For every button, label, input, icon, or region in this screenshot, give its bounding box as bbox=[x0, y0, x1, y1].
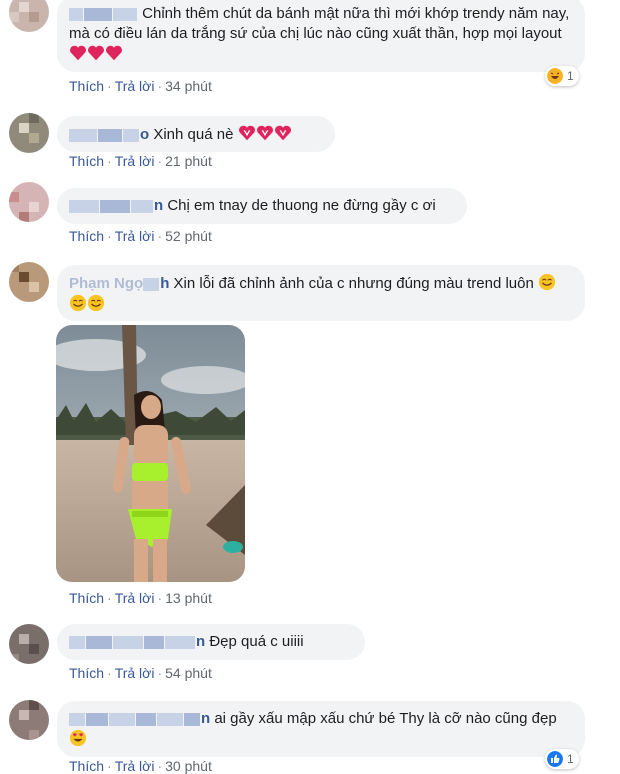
reaction-count: 1 bbox=[567, 69, 574, 83]
reply-link[interactable]: Trả lời bbox=[115, 78, 155, 94]
avatar[interactable] bbox=[9, 0, 49, 32]
comment-bubble: n ai gầy xấu mập xấu chứ bé Thy là cỡ nà… bbox=[57, 701, 585, 757]
commenter-name[interactable]: Phạm Ngọ h bbox=[69, 274, 169, 294]
timestamp[interactable]: 13 phút bbox=[165, 590, 212, 606]
like-link[interactable]: Thích bbox=[69, 758, 104, 774]
comment-text: Xin lỗi đã chỉnh ảnh của c nhưng đúng mà… bbox=[173, 275, 534, 292]
heart-emoji bbox=[238, 125, 292, 143]
attached-photo[interactable] bbox=[56, 325, 245, 582]
comment-actions: Thích · Trả lời · 34 phút bbox=[69, 78, 212, 94]
comment-actions: Thích · Trả lời · 21 phút bbox=[69, 153, 212, 169]
comment-actions: Thích · Trả lời · 13 phút bbox=[69, 590, 212, 606]
timestamp[interactable]: 34 phút bbox=[165, 78, 212, 94]
comment-bubble: Chỉnh thêm chút da bánh mật nữa thì mới … bbox=[57, 0, 585, 72]
hearts-emoji bbox=[69, 45, 123, 63]
commenter-name-visible: h bbox=[160, 275, 170, 292]
commenter-name[interactable]: n bbox=[69, 196, 163, 216]
like-link[interactable]: Thích bbox=[69, 228, 104, 244]
reply-link[interactable]: Trả lời bbox=[115, 153, 155, 169]
commenter-name-visible: o bbox=[140, 126, 150, 143]
heart-eyes-emoji bbox=[69, 729, 87, 748]
timestamp[interactable]: 21 phút bbox=[165, 153, 212, 169]
avatar[interactable] bbox=[9, 182, 49, 222]
comment-actions: Thích · Trả lời · 54 phút bbox=[69, 665, 212, 681]
like-link[interactable]: Thích bbox=[69, 590, 104, 606]
timestamp[interactable]: 54 phút bbox=[165, 665, 212, 681]
like-link[interactable]: Thích bbox=[69, 78, 104, 94]
comment-bubble: Phạm Ngọ h Xin lỗi đã chỉnh ảnh của c như… bbox=[57, 265, 585, 321]
commenter-name[interactable]: n bbox=[69, 709, 210, 729]
commenter-name[interactable]: o bbox=[69, 125, 149, 145]
reply-link[interactable]: Trả lời bbox=[115, 590, 155, 606]
reply-link[interactable]: Trả lời bbox=[115, 665, 155, 681]
timestamp[interactable]: 52 phút bbox=[165, 228, 212, 244]
comment-text: ai gầy xấu mập xấu chứ bé Thy là cỡ nào … bbox=[214, 710, 557, 727]
comment-actions: Thích · Trả lời · 52 phút bbox=[69, 228, 212, 244]
comment-text: Xinh quá nè bbox=[153, 126, 234, 143]
timestamp[interactable]: 30 phút bbox=[165, 758, 212, 774]
comment-text: Chỉnh thêm chút da bánh mật nữa thì mới … bbox=[69, 5, 570, 42]
reaction-badge[interactable]: 1 bbox=[545, 749, 579, 769]
comment-text: Chị em tnay de thuong ne đừng gầy c ơi bbox=[167, 197, 436, 214]
avatar[interactable] bbox=[9, 113, 49, 153]
commenter-name[interactable]: n bbox=[69, 632, 205, 652]
reaction-count: 1 bbox=[567, 752, 574, 766]
avatar[interactable] bbox=[9, 624, 49, 664]
commenter-name-partial: Phạm Ngọ bbox=[69, 275, 144, 292]
reply-link[interactable]: Trả lời bbox=[115, 228, 155, 244]
comment-actions: Thích · Trả lời · 30 phút bbox=[69, 758, 212, 774]
reaction-badge[interactable]: 1 bbox=[545, 66, 579, 86]
avatar[interactable] bbox=[9, 700, 49, 740]
like-icon bbox=[547, 751, 563, 767]
comment-text: Đẹp quá c uiiii bbox=[209, 633, 304, 650]
commenter-name[interactable] bbox=[69, 4, 138, 24]
reply-link[interactable]: Trả lời bbox=[115, 758, 155, 774]
haha-icon bbox=[547, 68, 563, 84]
commenter-name-visible: n bbox=[201, 710, 211, 727]
commenter-name-visible: n bbox=[196, 633, 206, 650]
commenter-name-visible: n bbox=[154, 197, 164, 214]
comment-bubble: o Xinh quá nè bbox=[57, 116, 335, 152]
comment-bubble: n Đẹp quá c uiiii bbox=[57, 624, 365, 660]
comment-bubble: n Chị em tnay de thuong ne đừng gầy c ơi bbox=[57, 188, 467, 224]
beach-photo-image bbox=[56, 325, 245, 582]
like-link[interactable]: Thích bbox=[69, 153, 104, 169]
avatar[interactable] bbox=[9, 262, 49, 302]
like-link[interactable]: Thích bbox=[69, 665, 104, 681]
